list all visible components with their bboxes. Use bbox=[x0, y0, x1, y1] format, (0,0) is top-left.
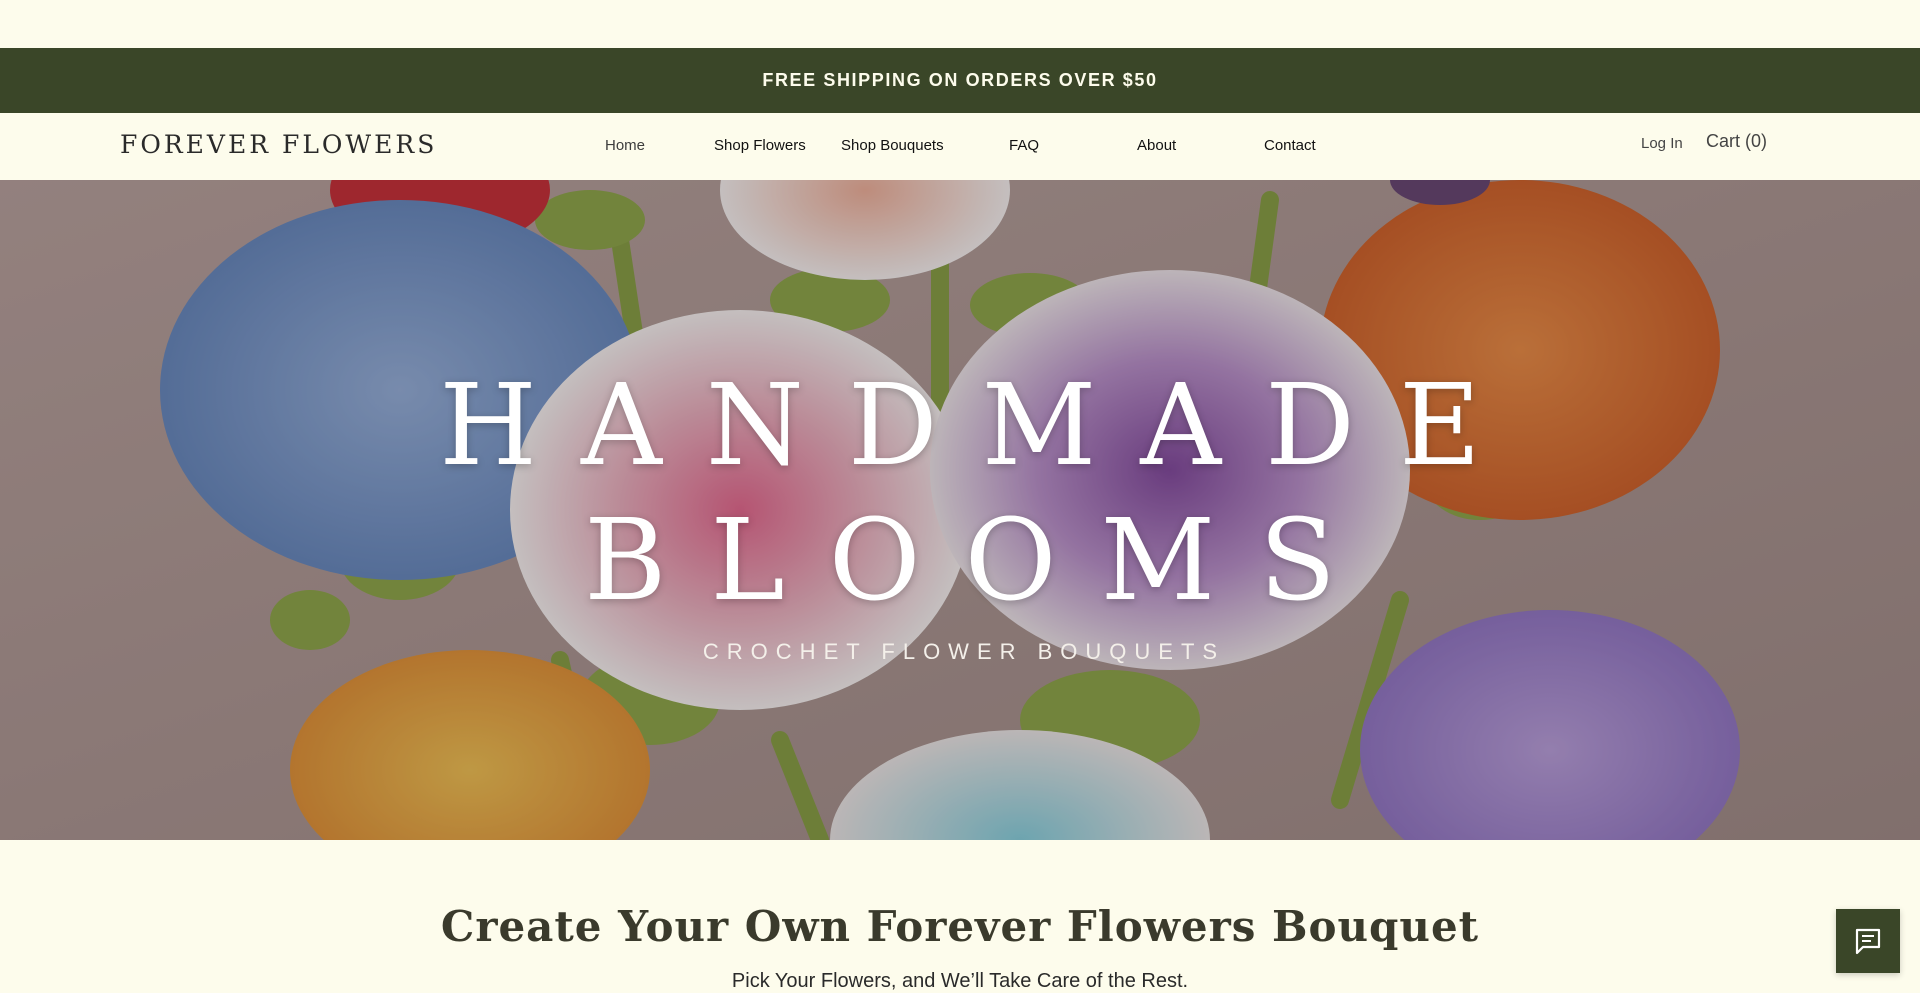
promo-text: FREE SHIPPING ON ORDERS OVER $50 bbox=[762, 70, 1158, 90]
section-subtitle: Pick Your Flowers, and We’ll Take Care o… bbox=[731, 970, 1189, 992]
hero-title-line1: HANDMADE bbox=[439, 361, 1525, 491]
site-header: FOREVER FLOWERS Home Shop Flowers Shop B… bbox=[0, 113, 1920, 180]
cart-link[interactable]: Cart (0) bbox=[1706, 131, 1767, 152]
main-nav: Home Shop Flowers Shop Bouquets FAQ Abou… bbox=[0, 113, 1920, 180]
nav-about[interactable]: About bbox=[1137, 137, 1176, 154]
hero-banner: HANDMADE BLOOMS CROCHET FLOWER BOUQUETS bbox=[0, 180, 1920, 840]
nav-contact[interactable]: Contact bbox=[1264, 137, 1316, 154]
chat-button[interactable] bbox=[1836, 909, 1900, 973]
login-link[interactable]: Log In bbox=[1641, 135, 1683, 152]
promo-bar: FREE SHIPPING ON ORDERS OVER $50 bbox=[0, 48, 1920, 113]
chat-icon bbox=[1855, 928, 1881, 955]
nav-home[interactable]: Home bbox=[605, 137, 645, 154]
nav-shop-flowers[interactable]: Shop Flowers bbox=[714, 137, 806, 154]
hero-title-line2: BLOOMS bbox=[584, 496, 1380, 626]
hero-subtitle: CROCHET FLOWER BOUQUETS bbox=[702, 639, 1226, 664]
nav-faq[interactable]: FAQ bbox=[1009, 137, 1039, 154]
nav-shop-bouquets[interactable]: Shop Bouquets bbox=[841, 137, 944, 154]
section-title: Create Your Own Forever Flowers Bouquet bbox=[440, 902, 1480, 951]
top-spacer bbox=[0, 0, 1920, 48]
